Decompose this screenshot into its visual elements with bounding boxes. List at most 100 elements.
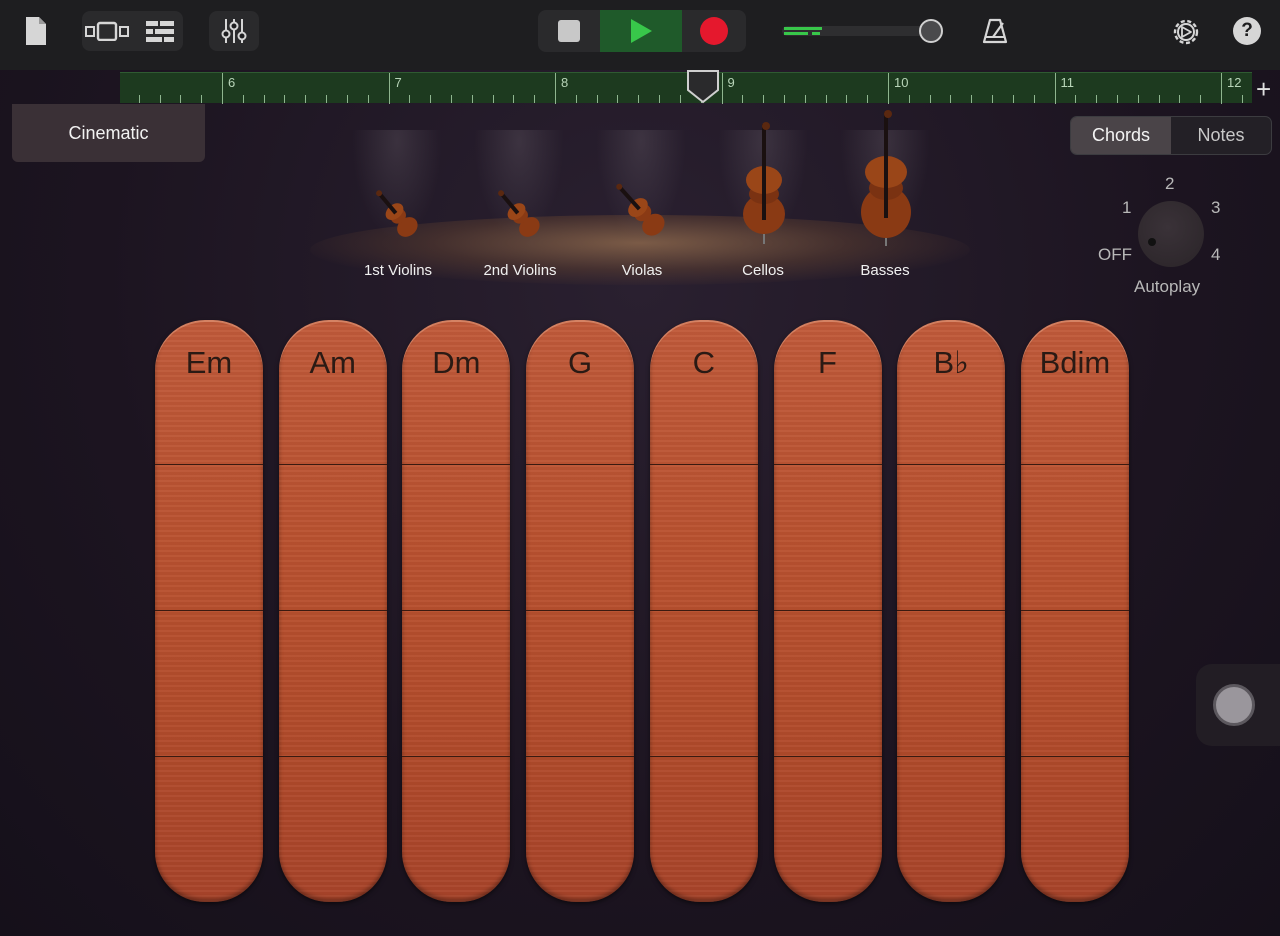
mixer-icon [216, 14, 252, 48]
playhead-handle[interactable] [686, 70, 720, 109]
ruler-tick [1241, 95, 1243, 103]
ruler-tick [971, 95, 973, 103]
chord-strip[interactable]: Bdim [1020, 320, 1129, 902]
chord-strip[interactable]: F [773, 320, 882, 902]
document-icon[interactable] [20, 14, 52, 48]
chord-label: Bdim [1039, 345, 1111, 380]
ruler-tick [492, 95, 494, 103]
ruler-tick [471, 95, 473, 103]
ruler-tick [742, 95, 744, 103]
chord-label: G [568, 345, 593, 380]
ruler-tick [138, 95, 140, 103]
record-button[interactable] [682, 10, 746, 52]
instrument-label-2nd-violins[interactable]: 2nd Violins [460, 262, 580, 279]
ruler-tick [305, 95, 307, 103]
add-section-button[interactable]: + [1256, 74, 1271, 105]
assistive-touch-icon [1213, 684, 1255, 726]
top-toolbar: ? [0, 0, 1280, 70]
tab-chords[interactable]: Chords [1071, 117, 1171, 154]
ruler-tick [721, 95, 723, 103]
chord-label: F [818, 345, 837, 380]
violin-icon[interactable] [364, 182, 434, 257]
ruler-tick [1158, 95, 1160, 103]
ruler-tick [326, 95, 328, 103]
ruler-tick [783, 95, 785, 103]
ruler-tick [1033, 95, 1035, 103]
autoplay-knob[interactable] [1138, 201, 1204, 267]
ruler-bar-number: 11 [1060, 75, 1075, 90]
assistive-touch-button[interactable] [1196, 664, 1280, 746]
ruler-tick [992, 95, 994, 103]
chord-zone-divider [897, 756, 1006, 757]
cello-icon[interactable] [736, 120, 792, 253]
ruler-tick [263, 95, 265, 103]
ruler-tick [367, 95, 369, 103]
instrument-label-violas[interactable]: Violas [582, 262, 702, 279]
chord-strip[interactable]: Em [155, 320, 263, 902]
chord-zone-divider [649, 464, 758, 465]
tab-notes[interactable]: Notes [1171, 117, 1271, 154]
ruler-bar-number: 7 [394, 75, 402, 90]
chord-zone-divider [402, 756, 511, 757]
chord-zone-divider [649, 610, 758, 611]
chord-zone-divider [773, 756, 882, 757]
violin-icon[interactable] [486, 182, 556, 257]
chord-strip[interactable]: G [526, 320, 635, 902]
autoplay-2-label[interactable]: 2 [1165, 174, 1174, 194]
chord-strip[interactable]: Dm [402, 320, 511, 902]
chord-zone-divider [402, 464, 511, 465]
ruler-tick [1096, 95, 1098, 103]
ruler-bar-number: 10 [894, 75, 909, 90]
level-meter [784, 27, 822, 30]
ruler-bar-number: 12 [1227, 75, 1242, 90]
chord-zone-divider [1020, 756, 1129, 757]
viola-icon[interactable] [600, 172, 684, 257]
stop-button[interactable] [538, 10, 600, 52]
chord-zone-divider [1020, 464, 1129, 465]
chord-zone-divider [155, 756, 263, 757]
instrument-label-cellos[interactable]: Cellos [703, 262, 823, 279]
instrument-label-1st-violins[interactable]: 1st Violins [338, 262, 458, 279]
chord-strip[interactable]: C [649, 320, 758, 902]
autoplay-off-label[interactable]: OFF [1098, 245, 1132, 265]
ruler-tick [950, 95, 952, 103]
chord-zone-divider [278, 756, 387, 757]
metronome-icon[interactable] [978, 14, 1012, 48]
chord-zone-divider [649, 756, 758, 757]
ruler-tick [201, 95, 203, 103]
autoplay-3-label[interactable]: 3 [1211, 198, 1220, 218]
chord-label: Em [185, 345, 233, 380]
level-meter-2 [784, 32, 808, 35]
ruler-tick [159, 95, 161, 103]
ruler-tick [825, 95, 827, 103]
bass-icon[interactable] [854, 108, 918, 253]
instrument-label-basses[interactable]: Basses [825, 262, 945, 279]
ruler-tick [596, 95, 598, 103]
preset-button[interactable]: Cinematic [12, 104, 205, 162]
play-button[interactable] [600, 10, 682, 52]
autoplay-1-label[interactable]: 1 [1122, 198, 1131, 218]
ruler-tick [638, 95, 640, 103]
ruler-tick [430, 95, 432, 103]
ruler-tick [1054, 95, 1056, 103]
volume-knob[interactable] [919, 19, 943, 43]
ruler-tick [180, 95, 182, 103]
ruler-bar-number: 9 [727, 75, 735, 90]
ruler-tick [679, 95, 681, 103]
settings-icon[interactable] [1168, 14, 1204, 50]
ruler-tick [222, 95, 223, 103]
chord-zone-divider [402, 610, 511, 611]
chord-strip[interactable]: Am [278, 320, 387, 902]
ruler-tick [388, 95, 390, 103]
autoplay-4-label[interactable]: 4 [1211, 245, 1220, 265]
chord-label: C [692, 345, 715, 380]
browser-view-icon[interactable] [84, 14, 130, 48]
help-icon[interactable]: ? [1232, 16, 1262, 46]
tracks-view-icon[interactable] [142, 14, 178, 48]
master-volume-slider[interactable] [782, 26, 932, 36]
ruler-tick [908, 95, 910, 103]
chord-strip[interactable]: B♭ [897, 320, 1006, 902]
chord-zone-divider [1020, 610, 1129, 611]
ruler-tick [409, 95, 411, 103]
chord-zone-divider [897, 610, 1006, 611]
